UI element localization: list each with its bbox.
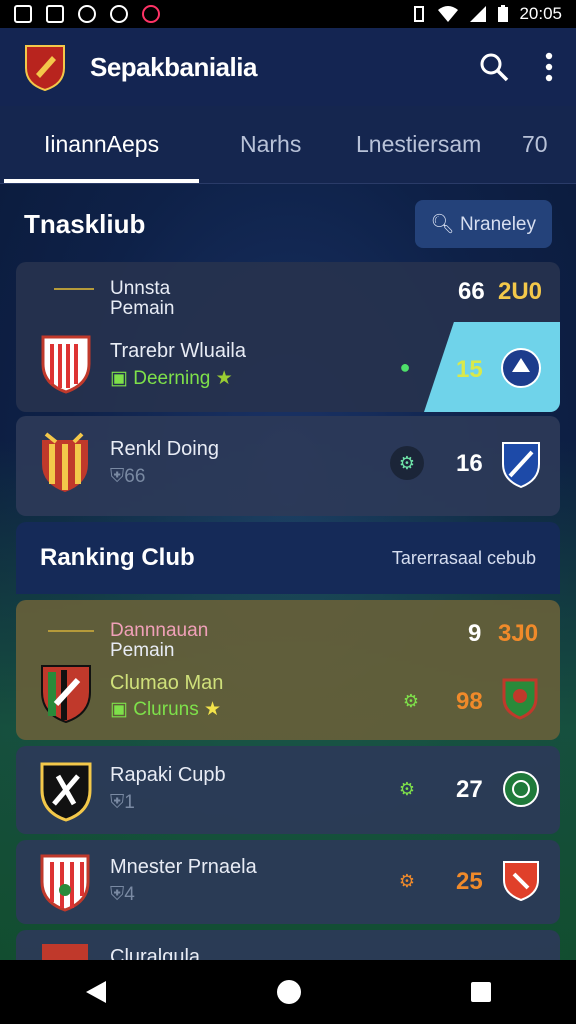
match-value: 25: [456, 868, 483, 895]
opponent-crest-icon: [503, 861, 539, 902]
pitch-status-icon: ⚙: [398, 778, 416, 799]
system-nav-bar: [0, 960, 576, 1024]
section-action-link[interactable]: Tarerrasaal cebub: [392, 548, 536, 569]
card-header-line1: Dannnauan: [110, 620, 209, 641]
app-title: Sepakbanialia: [90, 51, 257, 82]
team-name: Clumao Man: [110, 672, 224, 694]
score-a: 66: [458, 278, 485, 305]
filter-button[interactable]: 🔍︎ Nraneley: [414, 200, 552, 248]
club-card-3[interactable]: Dannnauan Pemain 9 3J0 Clumao Man ▣ Clur…: [16, 600, 560, 740]
card-header-line2: Pemain: [110, 298, 175, 319]
match-value: 98: [456, 688, 483, 715]
club-card-5[interactable]: Mnester Prnaela ⛨4 ⚙ 25: [16, 840, 560, 924]
star-icon: ★: [215, 368, 233, 389]
team-status: ⛨1: [110, 792, 135, 813]
more-vert-icon[interactable]: [544, 52, 554, 82]
opponent-crest-icon: [503, 771, 539, 807]
match-value: 27: [456, 776, 483, 803]
team-name: Trarebr Wluaila: [110, 340, 246, 362]
team-status: ⛨4: [110, 884, 135, 905]
section-title: Tnaskliub: [24, 208, 146, 239]
back-icon[interactable]: [84, 979, 108, 1005]
club-card-6[interactable]: Cluralgula: [16, 930, 560, 960]
team-name: Renkl Doing: [110, 438, 219, 460]
star-icon: ★: [204, 699, 222, 720]
club-card-4[interactable]: Rapaki Cupb ⛨1 ⚙ 27: [16, 746, 560, 834]
opponent-crest-icon: [502, 678, 538, 720]
pitch-status-icon: ●: [399, 356, 411, 377]
club-card-2[interactable]: Renkl Doing ⛨66 ⚙ 16: [16, 416, 560, 516]
soccer-notification-icon: [110, 5, 128, 23]
card-header-line1: Unnsta: [110, 278, 171, 299]
status-bar: 20:05: [0, 0, 576, 28]
home-icon[interactable]: [276, 979, 302, 1005]
club-crest-icon: [40, 854, 90, 912]
battery-icon: [498, 5, 509, 22]
content-area: Tnaskliub 🔍︎ Nraneley Unnsta Pemain 66 2…: [0, 184, 576, 960]
match-value: 16: [456, 450, 483, 477]
recents-icon[interactable]: [470, 981, 492, 1003]
gallery-notification-icon: [46, 5, 64, 23]
club-crest-icon: [41, 335, 91, 394]
app-logo: [25, 45, 65, 92]
score-b: 3J0: [498, 620, 539, 647]
search-icon[interactable]: [478, 51, 510, 83]
opponent-crest-icon: [502, 442, 540, 489]
club-card-1[interactable]: Unnsta Pemain 66 2U0 Trarebr Wluaila ▣ D…: [16, 262, 560, 412]
search-small-icon: 🔍︎: [430, 214, 455, 235]
pitch-status-icon: ⚙: [402, 690, 420, 711]
section-header-2: Ranking Club Tarerrasaal cebub: [16, 522, 560, 594]
team-name: Mnester Prnaela: [110, 856, 257, 878]
app-notification-icon: [142, 5, 160, 23]
notification-icon: [14, 5, 32, 23]
opponent-crest-icon: [501, 348, 541, 388]
status-time: 20:05: [519, 4, 562, 23]
team-status: ▣ Cluruns ★: [110, 699, 222, 720]
score-a: 9: [468, 620, 482, 647]
score-b: 2U0: [498, 278, 543, 305]
team-name: Rapaki Cupb: [110, 764, 226, 786]
tab-2[interactable]: Lnestiersam: [356, 106, 481, 183]
card-header-line2: Pemain: [110, 640, 175, 661]
tab-3[interactable]: 70: [522, 106, 548, 183]
pitch-status-icon: ⚙: [398, 870, 416, 891]
club-crest-icon: [42, 944, 88, 960]
vibrate-icon: [414, 6, 425, 22]
team-name: Cluralgula: [110, 946, 201, 960]
tab-1[interactable]: Narhs: [240, 106, 301, 183]
app-bar: Sepakbanialia: [0, 28, 576, 106]
match-value: 15: [456, 356, 483, 383]
club-crest-icon: [42, 432, 88, 492]
section-header-1: Tnaskliub 🔍︎ Nraneley: [0, 198, 576, 250]
pitch-status-icon: ⚙: [390, 446, 424, 480]
chat-notification-icon: [78, 5, 96, 23]
club-crest-icon: [41, 665, 91, 724]
wifi-icon: [438, 6, 459, 22]
team-status: ⛨66: [110, 466, 146, 487]
tab-0[interactable]: IinannAeps: [3, 106, 200, 183]
tab-bar: IinannAeps Narhs Lnestiersam 70: [0, 106, 576, 184]
section-title: Ranking Club: [40, 544, 195, 571]
signal-icon: [470, 6, 487, 22]
club-crest-icon: [40, 762, 92, 822]
team-status: ▣ Deerning ★: [110, 368, 233, 389]
